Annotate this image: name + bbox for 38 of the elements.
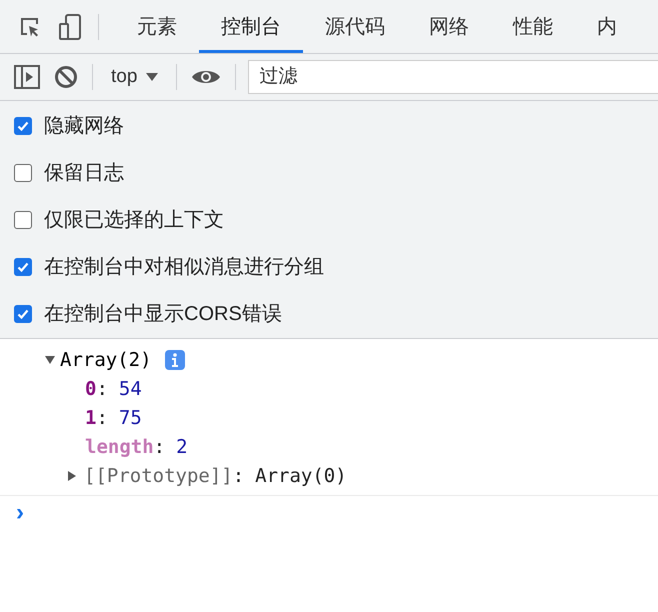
setting-label: 隐藏网络 (44, 114, 124, 139)
separator: : (96, 406, 108, 428)
clear-icon[interactable] (54, 65, 78, 89)
filter-field[interactable]: 过滤 (248, 60, 658, 94)
panel-tab[interactable]: 网络 (407, 0, 491, 53)
setting-label: 在控制台中对相似消息进行分组 (44, 255, 324, 280)
property-key: [[Prototype]] (84, 464, 233, 486)
property-value: 2 (176, 436, 188, 458)
sidebar-toggle-icon[interactable] (14, 65, 40, 89)
caret-icon (146, 72, 158, 82)
checkbox[interactable] (14, 116, 32, 134)
expanded-triangle-icon[interactable] (45, 356, 55, 364)
property-value: 75 (118, 406, 142, 428)
setting-label: 在控制台中显示CORS错误 (44, 302, 282, 327)
info-icon[interactable] (164, 350, 185, 370)
panel-tab[interactable]: 内 (575, 0, 639, 53)
checkbox[interactable] (14, 258, 32, 276)
separator: : (232, 464, 244, 486)
separator: : (96, 378, 108, 400)
property-key: length (85, 436, 154, 458)
checkbox[interactable] (14, 304, 32, 322)
device-icon[interactable] (58, 14, 82, 40)
property-value: 54 (118, 378, 142, 400)
checkbox[interactable] (14, 210, 32, 228)
panel-tab[interactable]: 性能 (491, 0, 575, 53)
setting-label: 保留日志 (44, 161, 124, 186)
object-label: Array(2) (60, 348, 152, 370)
collapsed-triangle-icon[interactable] (68, 470, 76, 480)
prompt-caret: › (16, 499, 24, 527)
property-value: Array(0) (255, 464, 347, 486)
panel-tab[interactable]: 元素 (115, 0, 199, 53)
checkbox[interactable] (14, 164, 32, 182)
separator: : (154, 436, 166, 458)
property-key: 0 (85, 378, 96, 400)
property-key: 1 (85, 406, 96, 428)
panel-tab[interactable]: 源代码 (303, 0, 407, 53)
context-dropdown[interactable]: top (107, 64, 162, 90)
setting-label: 仅限已选择的上下文 (44, 208, 224, 233)
